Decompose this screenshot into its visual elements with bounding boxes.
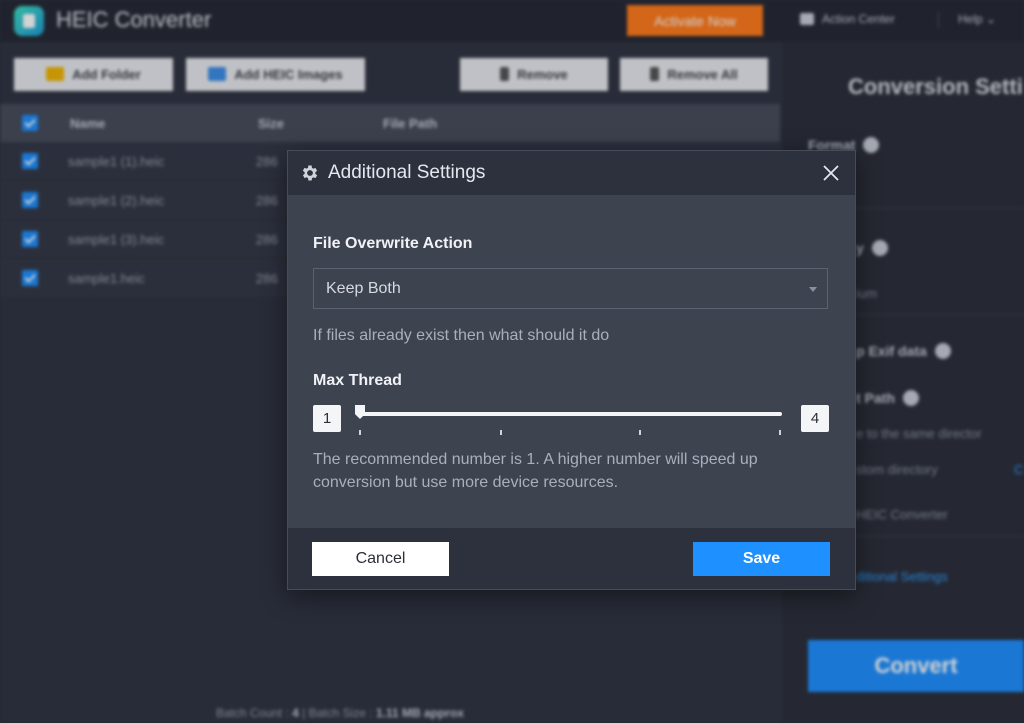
additional-settings-dialog: Additional Settings File Overwrite Actio… [287,150,856,590]
cancel-button[interactable]: Cancel [312,542,449,576]
close-icon[interactable] [820,162,842,184]
dialog-title: Additional Settings [328,162,486,183]
thread-min-value: 1 [313,405,341,432]
max-thread-hint-line2: conversion but use more device resources… [313,474,619,491]
slider-tick [639,430,641,435]
dialog-header: Additional Settings [288,151,855,195]
chevron-down-icon [809,287,817,292]
max-thread-label: Max Thread [313,372,402,389]
thread-max-value: 4 [801,405,829,432]
slider-tick [779,430,781,435]
max-thread-hint-line1: The recommended number is 1. A higher nu… [313,451,758,468]
slider-handle[interactable] [355,405,365,419]
overwrite-action-label: File Overwrite Action [313,235,473,252]
max-thread-slider[interactable] [357,412,782,416]
dialog-footer: Cancel Save [288,528,855,589]
overwrite-action-hint: If files already exist then what should … [313,327,610,344]
slider-tick [500,430,502,435]
overwrite-action-select[interactable]: Keep Both [313,268,828,309]
save-button[interactable]: Save [693,542,830,576]
gear-icon [302,165,318,181]
overwrite-action-value: Keep Both [326,280,401,297]
slider-tick [359,430,361,435]
